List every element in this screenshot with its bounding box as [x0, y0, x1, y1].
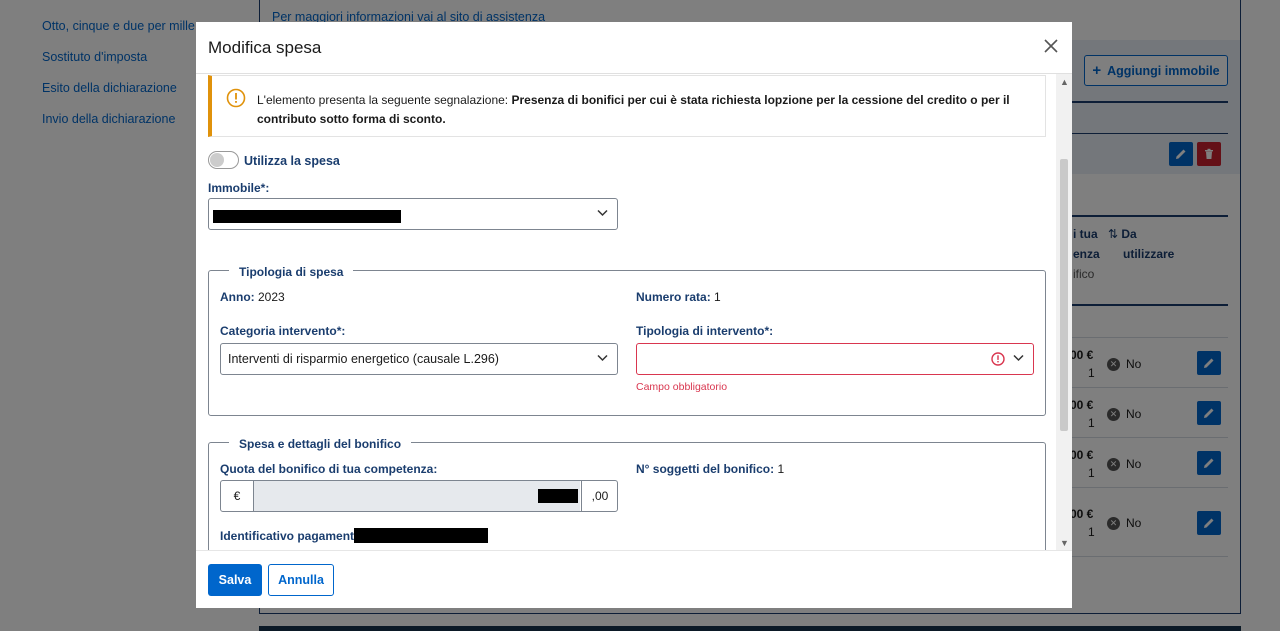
- use-expense-label: Utilizza la spesa: [244, 154, 340, 168]
- share-amount-field: € ,00: [220, 480, 618, 512]
- save-button[interactable]: Salva: [208, 564, 262, 596]
- alert-text: L'elemento presenta la seguente segnalaz…: [257, 91, 1037, 129]
- close-button[interactable]: [1044, 39, 1062, 57]
- edit-expense-modal: Modifica spesa L'elemento presenta la se…: [196, 22, 1072, 608]
- required-error: Campo obbligatorio: [636, 381, 728, 393]
- scroll-thumb[interactable]: [1060, 159, 1068, 431]
- intervention-label: Tipologia di intervento*:: [636, 324, 774, 338]
- property-label: Immobile*:: [208, 181, 270, 195]
- use-expense-toggle[interactable]: [208, 151, 239, 169]
- close-icon: [1044, 39, 1058, 53]
- payment-id-label: Identificativo pagamento:: [220, 529, 366, 543]
- redacted-property-value: [213, 210, 401, 223]
- cancel-button[interactable]: Annulla: [268, 564, 334, 596]
- property-select[interactable]: [208, 198, 618, 230]
- footer-divider: [196, 550, 1072, 551]
- year-value: 2023: [258, 290, 285, 304]
- scroll-down-icon[interactable]: ▼: [1060, 539, 1069, 548]
- category-label: Categoria intervento*:: [220, 324, 346, 338]
- share-label: Quota del bonifico di tua competenza:: [220, 462, 438, 476]
- scroll-up-icon[interactable]: ▲: [1060, 78, 1069, 87]
- subjects-value: 1: [777, 462, 785, 476]
- installment-value: 1: [714, 290, 721, 304]
- alert-prefix: L'elemento presenta la seguente segnalaz…: [257, 93, 512, 107]
- decimal-suffix: ,00: [581, 481, 618, 511]
- year-field: Anno: 2023: [220, 290, 285, 304]
- modal-scrollbar[interactable]: ▲ ▼: [1056, 74, 1072, 551]
- chevron-down-icon: [597, 209, 608, 217]
- year-label: Anno:: [220, 290, 255, 304]
- intervention-select[interactable]: [636, 343, 1034, 375]
- chevron-down-icon: [597, 354, 608, 362]
- chevron-down-icon: [1013, 354, 1024, 362]
- installment-field: Numero rata: 1: [636, 290, 721, 304]
- subjects-label: N° soggetti del bonifico:: [636, 462, 775, 476]
- category-select[interactable]: Interventi di risparmio energetico (caus…: [220, 343, 618, 375]
- currency-prefix: €: [221, 481, 254, 511]
- redacted-amount: [538, 489, 578, 503]
- payment-details-legend: Spesa e dettagli del bonifico: [229, 437, 412, 451]
- warning-icon: [226, 88, 246, 108]
- subjects-field: N° soggetti del bonifico: 1: [636, 462, 784, 476]
- modal-header: Modifica spesa: [196, 22, 1072, 73]
- warning-alert: L'elemento presenta la seguente segnalaz…: [208, 75, 1046, 137]
- modal-body: L'elemento presenta la seguente segnalaz…: [196, 74, 1072, 551]
- category-value: Interventi di risparmio energetico (caus…: [228, 352, 499, 366]
- expense-type-legend: Tipologia di spesa: [229, 265, 354, 279]
- modal-title: Modifica spesa: [208, 38, 322, 57]
- toggle-knob: [210, 153, 224, 167]
- installment-label: Numero rata:: [636, 290, 711, 304]
- share-amount-input[interactable]: [254, 481, 580, 511]
- error-icon: [991, 352, 1005, 366]
- redacted-payment-id: [354, 528, 488, 543]
